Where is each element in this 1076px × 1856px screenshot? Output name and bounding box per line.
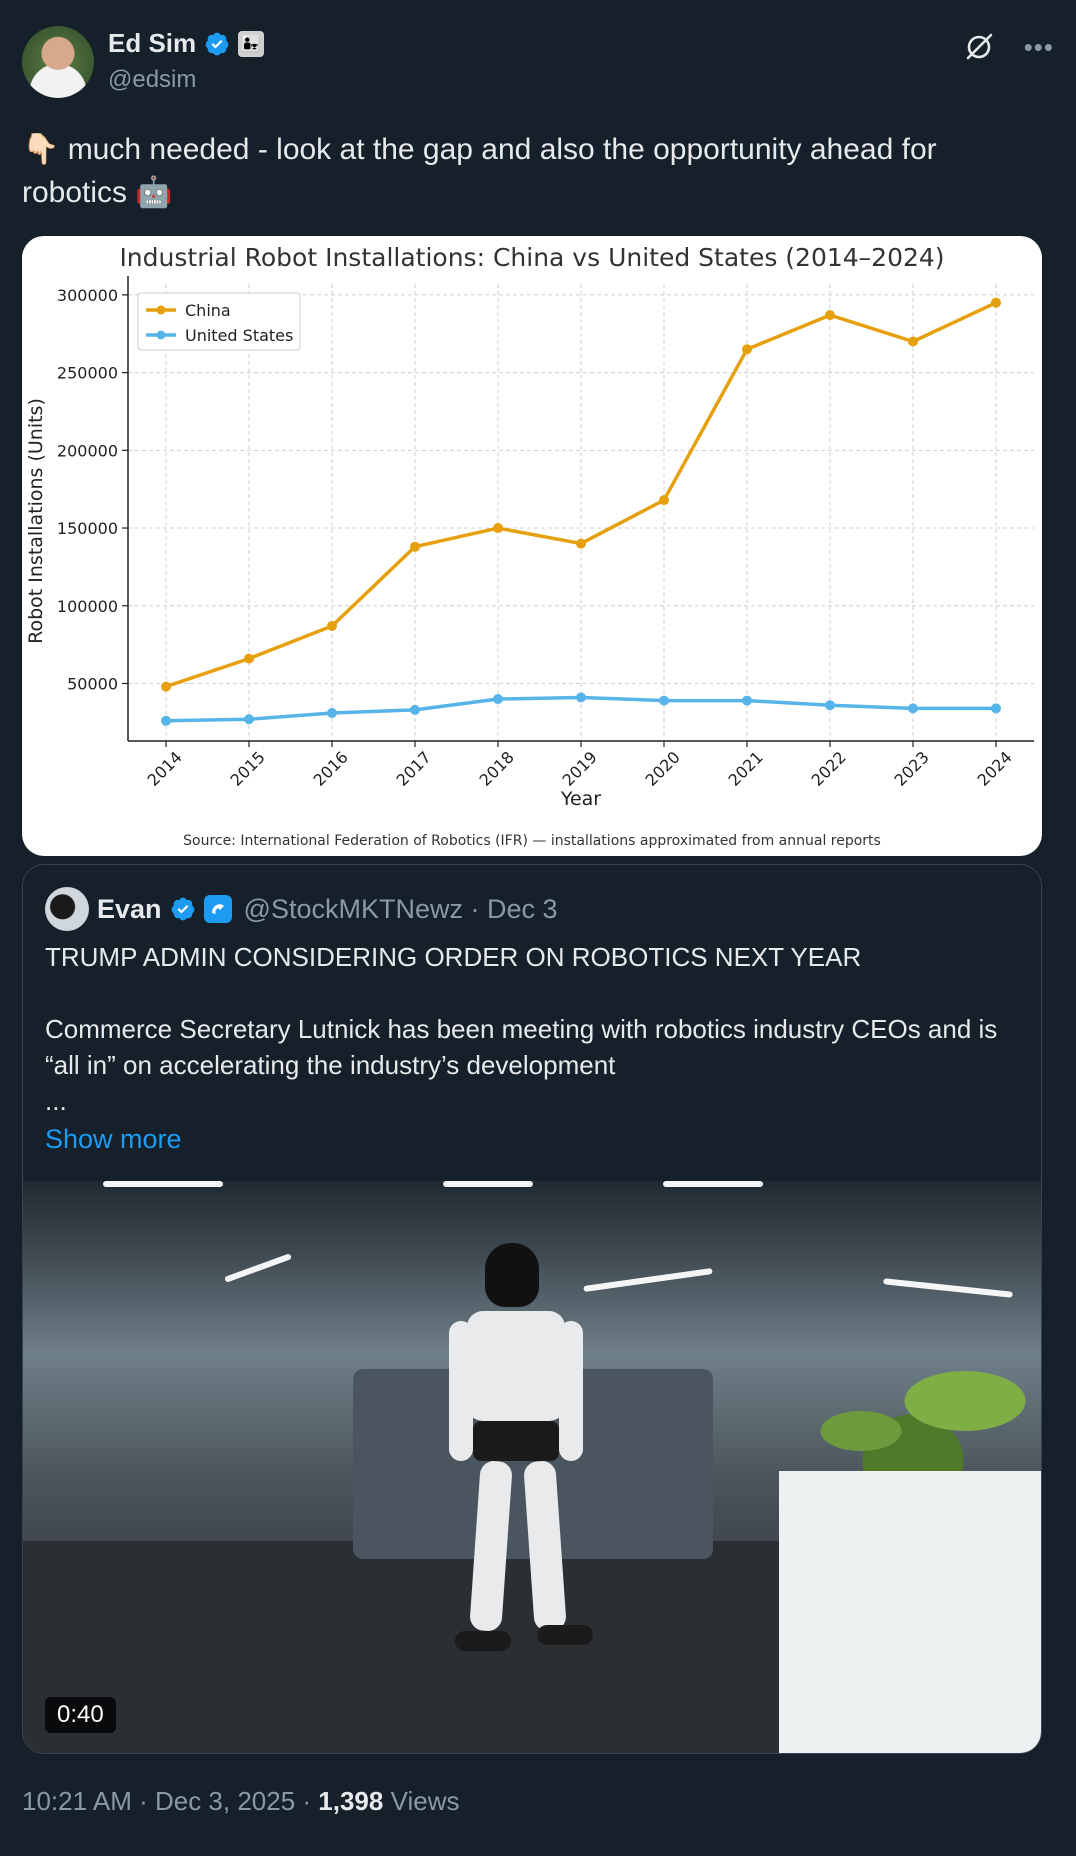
y-tick-label: 50000	[67, 674, 118, 693]
data-point-china	[327, 620, 337, 631]
author-avatar[interactable]	[22, 26, 94, 98]
show-more-link[interactable]: Show more	[45, 1121, 182, 1157]
data-point-china	[991, 297, 1001, 308]
legend-label-china: China	[185, 301, 231, 320]
ceiling-light	[443, 1181, 533, 1187]
more-options-icon[interactable]: •••	[1024, 32, 1054, 63]
x-tick-label: 2015	[227, 748, 269, 790]
data-point-china	[244, 653, 254, 664]
x-tick-label: 2016	[310, 748, 352, 790]
data-point-china	[161, 681, 171, 692]
x-tick-label: 2018	[476, 748, 518, 790]
x-tick-label: 2022	[808, 748, 850, 790]
line-chart: Industrial Robot Installations: China vs…	[25, 243, 1034, 849]
data-point-united-states	[493, 694, 503, 705]
views-label: Views	[383, 1786, 460, 1816]
data-point-united-states	[327, 708, 337, 719]
x-tick-label: 2020	[642, 748, 684, 790]
chart-legend: China United States	[137, 292, 301, 351]
legend-label-united-states: United States	[185, 326, 293, 345]
data-point-china	[493, 523, 503, 534]
x-axis-label: Year	[560, 788, 601, 810]
affiliation-badge: 👨‍👧	[238, 30, 265, 57]
robot-head	[485, 1243, 539, 1307]
tweet-text: 👇🏻 much needed - look at the gap and als…	[22, 128, 1042, 214]
ceiling-light	[663, 1181, 763, 1187]
chart-title: Industrial Robot Installations: China vs…	[119, 243, 944, 272]
author-name-row: Ed Sim 👨‍👧	[108, 28, 265, 59]
data-point-china	[908, 336, 918, 347]
quoted-headline: TRUMP ADMIN CONSIDERING ORDER ON ROBOTIC…	[45, 942, 862, 972]
quoted-handle-date[interactable]: @StockMKTNewz · Dec 3	[244, 894, 558, 925]
quoted-tweet-body: TRUMP ADMIN CONSIDERING ORDER ON ROBOTIC…	[45, 939, 1025, 1157]
video-player[interactable]: 0:40	[23, 1181, 1041, 1753]
data-point-china	[659, 495, 669, 506]
planter-box	[779, 1471, 1041, 1753]
chart-axes: 2014 2015 2016 2017 2018 2019 2020 2021 2022 2023…	[57, 276, 1034, 790]
x-tick-label: 2023	[891, 748, 933, 790]
quoted-ellipsis: ...	[45, 1086, 67, 1116]
x-tick-label: 2017	[393, 748, 435, 790]
data-point-china	[825, 310, 835, 321]
ceiling-light	[103, 1181, 223, 1187]
robot-foot	[455, 1631, 511, 1651]
data-point-china	[410, 541, 420, 552]
tweet-text-line-2: robotics 🤖	[22, 176, 173, 209]
views-count: 1,398	[318, 1786, 384, 1816]
data-point-united-states	[659, 695, 669, 706]
data-point-united-states	[742, 695, 752, 706]
plant	[783, 1341, 1041, 1491]
tweet-meta: 10:21 AM · Dec 3, 2025 · 1,398 Views	[22, 1786, 459, 1817]
y-axis-label: Robot Installations (Units)	[25, 398, 47, 644]
data-point-united-states	[825, 700, 835, 711]
data-point-united-states	[410, 704, 420, 715]
ceiling-light	[583, 1267, 713, 1293]
affiliation-logo-icon	[203, 895, 232, 923]
quoted-verified-badge-icon	[171, 897, 194, 921]
x-tick-label: 2019	[559, 748, 601, 790]
quoted-author-name[interactable]: Evan	[97, 894, 162, 925]
quoted-tweet[interactable]: Evan @StockMKTNewz · Dec 3 TRUMP ADMIN C…	[22, 864, 1042, 1754]
data-point-china	[742, 344, 752, 355]
quoted-tweet-header: Evan @StockMKTNewz · Dec 3	[45, 887, 558, 931]
legend-marker-china	[156, 305, 166, 315]
tweet-header: Ed Sim 👨‍👧 @edsim •••	[22, 24, 1054, 100]
chart-source: Source: International Federation of Robo…	[183, 833, 881, 849]
y-tick-label: 300000	[57, 286, 118, 305]
video-duration: 0:40	[45, 1697, 116, 1733]
tweet-text-line-1: 👇🏻 much needed - look at the gap and als…	[22, 133, 937, 166]
data-point-united-states	[991, 703, 1001, 714]
author-display-name[interactable]: Ed Sim	[108, 28, 196, 59]
grok-icon[interactable]	[964, 32, 994, 62]
data-point-united-states	[908, 703, 918, 714]
robot-torso	[467, 1311, 565, 1421]
ceiling-light	[883, 1278, 1013, 1298]
office-floor	[23, 1541, 779, 1753]
chart-image[interactable]: Industrial Robot Installations: China vs…	[22, 236, 1042, 856]
legend-marker-united-states	[156, 330, 166, 340]
data-point-china	[576, 538, 586, 549]
verified-badge-icon	[205, 32, 229, 55]
robot-waist	[473, 1421, 559, 1461]
x-tick-label: 2024	[974, 748, 1016, 790]
robot-foot	[537, 1625, 593, 1645]
y-tick-label: 100000	[57, 597, 118, 616]
x-tick-label: 2021	[725, 748, 767, 790]
tweet-timestamp[interactable]: 10:21 AM · Dec 3, 2025 ·	[22, 1786, 318, 1816]
chart-grid	[128, 284, 1034, 741]
quoted-author-avatar[interactable]	[45, 887, 89, 931]
author-handle[interactable]: @edsim	[108, 66, 196, 94]
ceiling-light	[224, 1253, 292, 1283]
y-tick-label: 200000	[57, 441, 118, 460]
x-tick-label: 2014	[144, 748, 186, 790]
data-point-united-states	[161, 715, 171, 726]
data-point-united-states	[576, 692, 586, 703]
y-tick-label: 150000	[57, 519, 118, 538]
data-point-united-states	[244, 714, 254, 725]
quoted-body-text: Commerce Secretary Lutnick has been meet…	[45, 1014, 998, 1080]
y-tick-label: 250000	[57, 364, 118, 383]
